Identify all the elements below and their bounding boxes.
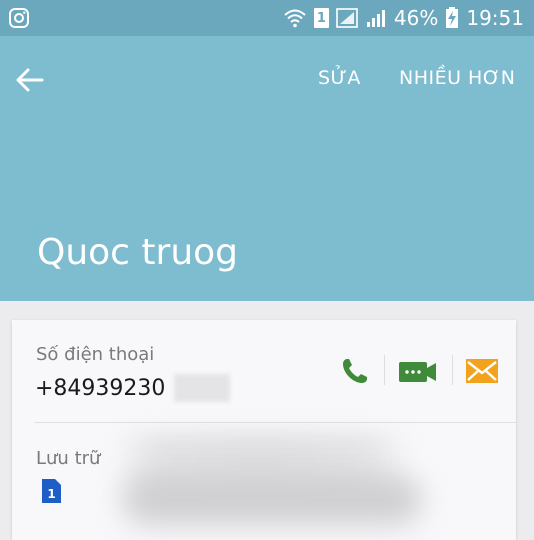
signal-icon: [336, 8, 358, 28]
sim-card-icon: 1: [42, 479, 61, 503]
back-button[interactable]: [12, 62, 48, 98]
wifi-icon: [284, 9, 306, 28]
divider: [452, 355, 453, 385]
phone-icon: [343, 359, 367, 383]
sim-card-number: 1: [47, 487, 55, 501]
divider: [384, 355, 385, 385]
arrow-left-icon: [16, 68, 44, 92]
contact-name: Quoc truog: [37, 232, 239, 273]
redacted-area: [122, 475, 422, 525]
sim-slot-badge: 1: [313, 8, 329, 28]
instagram-icon: [9, 8, 29, 28]
status-time: 19:51: [466, 6, 524, 30]
status-bar: 1 46% 19:51: [0, 0, 534, 36]
call-button[interactable]: [340, 356, 370, 386]
edit-button[interactable]: SỬA: [318, 67, 361, 89]
contact-header: SỬA NHIỀU HƠN Quoc truog: [0, 36, 534, 301]
storage-label: Lưu trữ: [36, 448, 101, 469]
status-indicators: 1 46% 19:51: [283, 6, 524, 30]
phone-number[interactable]: +84939230: [35, 376, 165, 401]
envelope-icon: [466, 359, 498, 383]
video-call-icon: [399, 362, 436, 382]
divider: [34, 422, 516, 423]
more-button[interactable]: NHIỀU HƠN: [399, 67, 515, 89]
redacted-area: [174, 374, 230, 402]
video-call-button[interactable]: [398, 358, 438, 386]
battery-charging-icon: [446, 7, 459, 28]
signal-icon: [366, 10, 385, 27]
contact-details-card: Số điện thoại +84939230 Lưu trữ 1: [12, 320, 516, 540]
message-button[interactable]: [465, 358, 499, 384]
phone-label: Số điện thoại: [36, 344, 155, 365]
battery-percent: 46%: [393, 6, 439, 30]
